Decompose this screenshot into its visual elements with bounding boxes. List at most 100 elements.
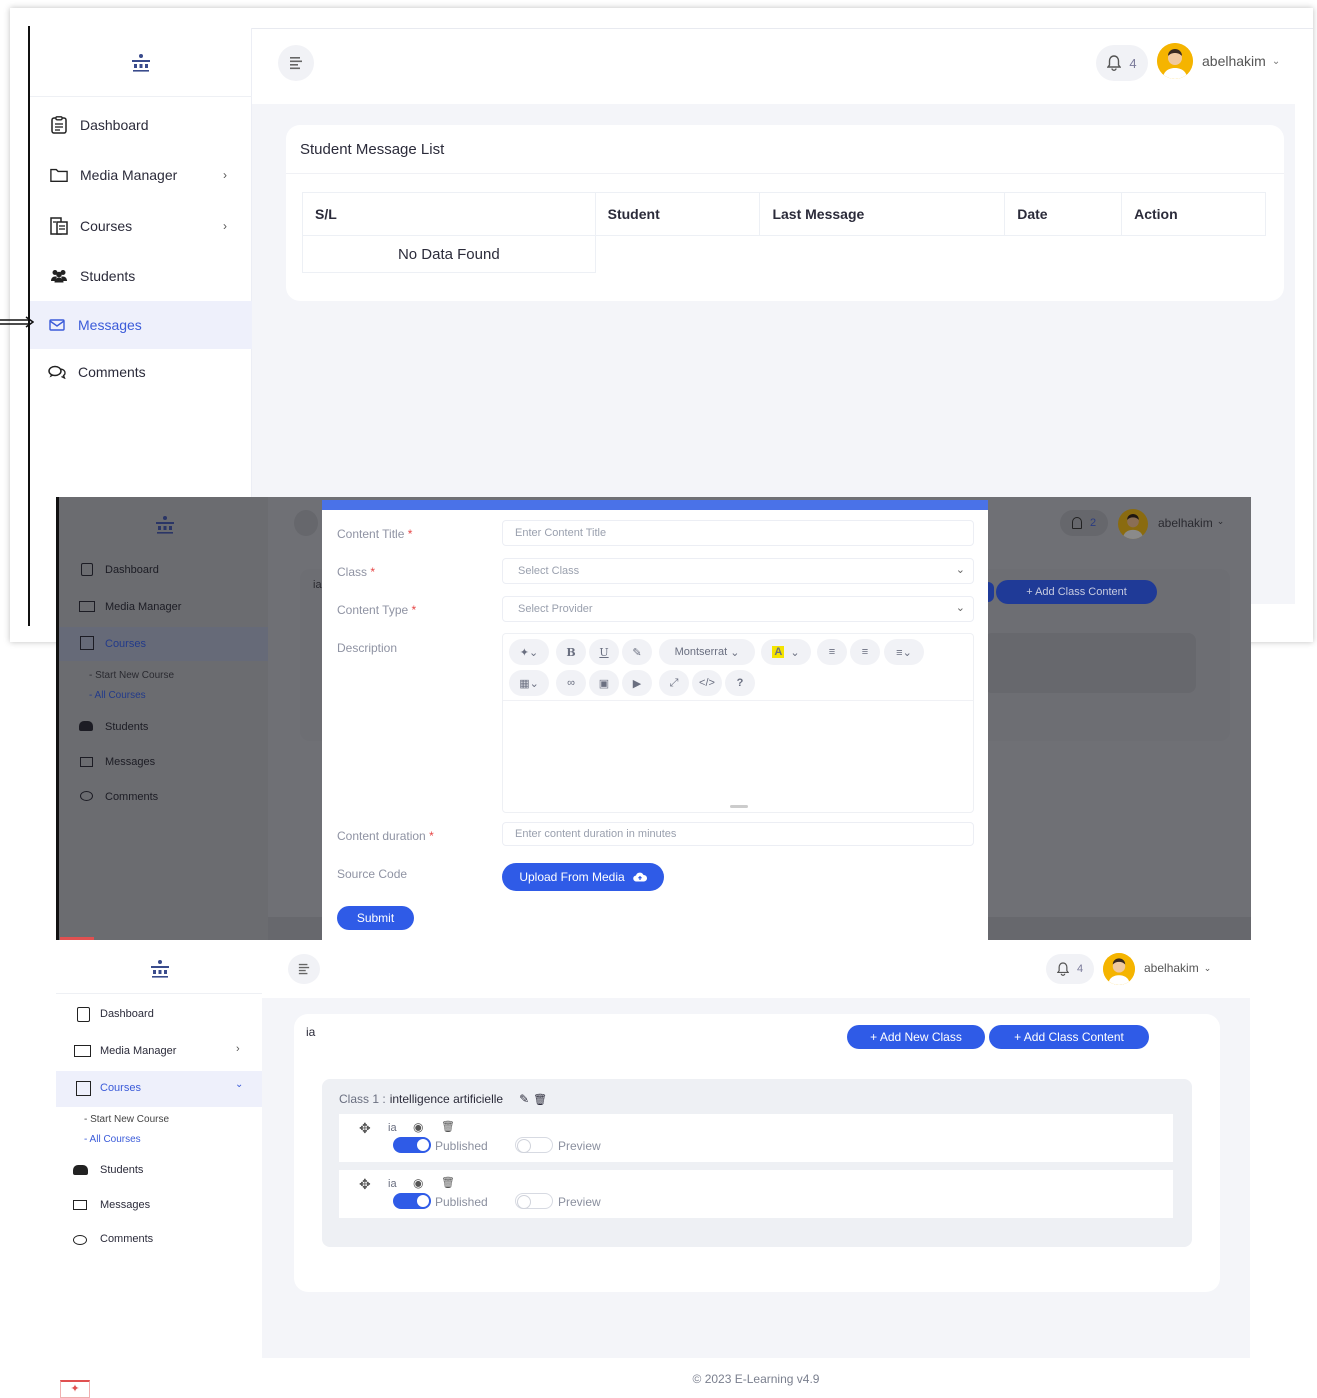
required-mark: *	[429, 829, 434, 843]
users-icon	[50, 267, 68, 285]
sub-all-courses[interactable]: - All Courses	[89, 690, 146, 701]
color-a-icon: A	[772, 646, 785, 658]
fullscreen-button[interactable]: ⤢	[659, 670, 689, 696]
sidebar-item-media-manager[interactable]: Media Manager	[105, 601, 181, 613]
chevron-right-icon[interactable]: ›	[236, 1043, 240, 1055]
sub-start-new-course[interactable]: - Start New Course	[84, 1114, 169, 1125]
button-label: Upload From Media	[519, 870, 625, 884]
user-avatar-icon	[1123, 514, 1143, 539]
font-family-select[interactable]: Montserrat ⌄	[659, 639, 755, 665]
paragraph-align-button[interactable]: ≡⌄	[884, 639, 924, 665]
chevron-down-icon[interactable]: ⌄	[235, 1079, 243, 1090]
edit-icon[interactable]: ✎	[519, 1092, 529, 1106]
chevron-right-icon[interactable]: ›	[223, 168, 227, 182]
published-toggle[interactable]	[393, 1193, 431, 1209]
chevron-down-icon: ⌄	[1203, 962, 1212, 973]
envelope-icon	[48, 316, 66, 334]
add-class-button-edge-dimmed	[988, 582, 994, 602]
sidebar-item-students[interactable]: Students	[50, 267, 135, 285]
courses-icon	[50, 217, 68, 235]
sub-all-courses[interactable]: - All Courses	[84, 1134, 141, 1145]
eye-icon[interactable]: ◉	[413, 1120, 423, 1134]
content-title-input[interactable]: Enter Content Title	[502, 520, 974, 546]
image-button[interactable]: ▣	[589, 670, 619, 696]
sidebar-item-comments[interactable]: Comments	[100, 1233, 153, 1245]
class-select[interactable]: Select Class ⌄	[502, 558, 974, 584]
resize-handle[interactable]	[730, 805, 748, 808]
move-icon[interactable]: ✥	[359, 1120, 371, 1137]
courses-icon	[80, 636, 94, 650]
username: abelhakim	[1158, 516, 1213, 530]
menu-toggle-button[interactable]	[278, 45, 314, 81]
move-icon[interactable]: ✥	[359, 1176, 371, 1193]
text-color-button[interactable]: A ⌄	[761, 639, 811, 665]
upload-from-media-button[interactable]: Upload From Media	[502, 863, 664, 891]
sidebar-item-media-manager[interactable]: Media Manager	[50, 166, 177, 184]
username-menu[interactable]: abelhakim ⌄	[1202, 53, 1280, 69]
empty-cell	[760, 236, 1005, 273]
user-avatar-icon	[1157, 43, 1193, 79]
eye-icon[interactable]: ◉	[413, 1176, 423, 1190]
menu-toggle-button[interactable]	[288, 954, 320, 984]
table-button[interactable]: ▦⌄	[509, 670, 549, 696]
description-editor[interactable]: ✦⌄ B U ✎ Montserrat ⌄ A ⌄ ≡ ≡ ≡⌄ ▦⌄ ∞ ▣ …	[502, 633, 974, 813]
sidebar-item-comments[interactable]: Comments	[105, 791, 158, 803]
class-prefix: Class 1 :	[339, 1092, 386, 1106]
app-logo	[152, 514, 178, 541]
content-type-select[interactable]: Select Provider ⌄	[502, 596, 974, 622]
required-mark: *	[407, 527, 413, 541]
add-new-class-button[interactable]: + Add New Class	[847, 1025, 985, 1049]
notification-button[interactable]: 4	[1096, 45, 1148, 81]
add-class-content-button[interactable]: + Add Class Content	[989, 1025, 1149, 1049]
user-avatar-icon	[1103, 953, 1135, 985]
sidebar-item-students[interactable]: Students	[105, 721, 148, 733]
help-button[interactable]: ?	[725, 670, 755, 696]
sidebar-item-dashboard[interactable]: Dashboard	[105, 564, 159, 576]
trash-icon[interactable]: 🗑	[533, 1093, 547, 1106]
app-logo[interactable]	[147, 958, 173, 985]
notification-button[interactable]: 4	[1046, 954, 1094, 984]
magic-wand-button[interactable]: ✦⌄	[509, 639, 549, 665]
sidebar-item-courses[interactable]: Courses	[50, 217, 132, 235]
eraser-button[interactable]: ✎	[622, 639, 652, 665]
sidebar-item-messages[interactable]: Messages	[100, 1199, 150, 1211]
underline-button[interactable]: U	[589, 639, 619, 665]
sidebar-item-messages[interactable]: Messages	[105, 756, 155, 768]
sidebar-item-media-manager[interactable]: Media Manager	[100, 1045, 176, 1057]
sidebar-item-label: Comments	[78, 364, 146, 380]
sidebar-item-dashboard[interactable]: Dashboard	[100, 1008, 154, 1020]
trash-icon[interactable]: 🗑	[441, 1176, 455, 1189]
placeholder: Enter content duration in minutes	[515, 828, 677, 840]
preview-toggle[interactable]	[515, 1193, 553, 1209]
username-menu[interactable]: abelhakim ⌄	[1144, 961, 1211, 975]
sidebar-item-comments[interactable]: Comments	[48, 363, 146, 381]
bold-button[interactable]: B	[556, 639, 586, 665]
arrow-annotation	[0, 316, 34, 328]
sidebar-item-messages[interactable]: Messages	[30, 301, 252, 349]
duration-input[interactable]: Enter content duration in minutes	[502, 822, 974, 846]
avatar[interactable]	[1157, 43, 1193, 79]
app-logo[interactable]	[128, 52, 154, 79]
avatar[interactable]	[1103, 953, 1135, 985]
preview-toggle[interactable]	[515, 1137, 553, 1153]
submit-button[interactable]: Submit	[337, 906, 414, 930]
folder-icon	[79, 601, 95, 612]
sidebar-item-courses[interactable]: Courses	[100, 1082, 141, 1094]
class-heading: Class 1 : intelligence artificielle ✎ 🗑	[339, 1092, 547, 1106]
trash-icon[interactable]: 🗑	[441, 1120, 455, 1133]
ordered-list-button[interactable]: ≡	[850, 639, 880, 665]
code-view-button[interactable]: </>	[692, 670, 722, 696]
sidebar-item-courses[interactable]: Courses	[105, 638, 146, 650]
sidebar-item-dashboard[interactable]: Dashboard	[50, 116, 149, 134]
link-button[interactable]: ∞	[556, 670, 586, 696]
unordered-list-button[interactable]: ≡	[817, 639, 847, 665]
video-button[interactable]: ▶	[622, 670, 652, 696]
sub-start-new-course[interactable]: - Start New Course	[89, 670, 174, 681]
chevron-right-icon[interactable]: ›	[223, 219, 227, 233]
bell-icon	[1107, 55, 1122, 71]
users-icon	[73, 1165, 88, 1175]
add-content-modal: Content Title * Enter Content Title Clas…	[322, 500, 988, 940]
sidebar-item-students[interactable]: Students	[100, 1164, 143, 1176]
published-toggle[interactable]	[393, 1137, 431, 1153]
preview-label: Preview	[558, 1139, 601, 1153]
